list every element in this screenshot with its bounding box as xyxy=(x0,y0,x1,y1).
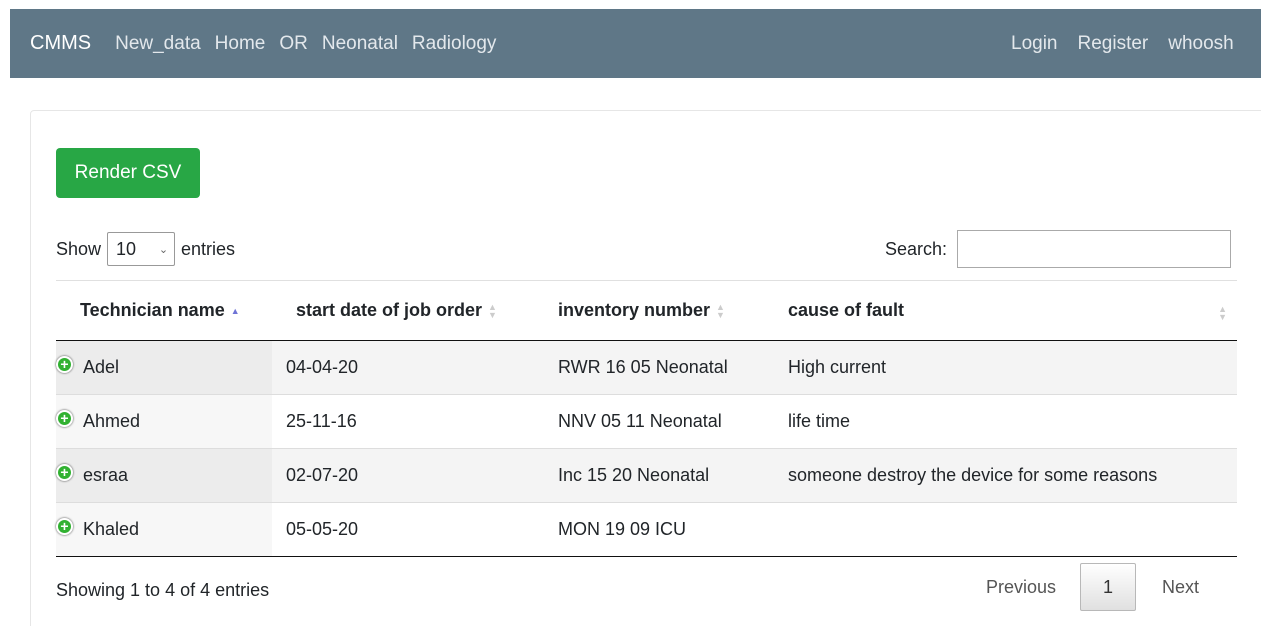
search-label: Search: xyxy=(885,238,948,259)
header-label: inventory number xyxy=(558,300,711,320)
nav-link-register[interactable]: Register xyxy=(1078,33,1149,55)
cell-text: esraa xyxy=(83,465,129,485)
cell-cause-of-fault xyxy=(774,502,1237,557)
cell-start-date: 05-05-20 xyxy=(272,502,544,557)
cell-text: Khaled xyxy=(83,519,140,539)
entries-length-control: Show 10 ⌄ entries xyxy=(56,232,235,266)
cell-technician: + esraa xyxy=(56,448,272,503)
nav-links: New_data Home OR Neonatal Radiology xyxy=(115,33,510,55)
cell-inventory-number: NNV 05 11 Neonatal xyxy=(544,394,774,449)
entries-label: entries xyxy=(181,238,236,259)
nav-right-links: Login Register whoosh xyxy=(1011,9,1254,78)
cell-inventory-number: Inc 15 20 Neonatal xyxy=(544,448,774,503)
cell-technician: + Adel xyxy=(56,340,272,395)
cell-inventory-number: RWR 16 05 Neonatal xyxy=(544,340,774,395)
table-row[interactable]: + Ahmed 25-11-16 NNV 05 11 Neonatal life … xyxy=(56,394,1237,449)
page-1-button[interactable]: 1 xyxy=(1080,563,1137,611)
table-info: Showing 1 to 4 of 4 entries xyxy=(56,580,270,600)
header-label: cause of fault xyxy=(788,300,905,320)
brand-logo[interactable]: CMMS xyxy=(30,32,91,55)
table-row[interactable]: + Adel 04-04-20 RWR 16 05 Neonatal High c… xyxy=(56,340,1237,395)
expand-row-icon[interactable]: + xyxy=(56,517,73,535)
top-navbar: CMMS New_data Home OR Neonatal Radiology… xyxy=(10,9,1261,78)
next-page-button[interactable]: Next xyxy=(1162,577,1199,598)
show-label: Show xyxy=(56,238,102,259)
entries-select[interactable]: 10 ⌄ xyxy=(107,232,176,266)
sort-icon: ▲ ▼ xyxy=(1218,304,1227,322)
sort-icon: ▲ ▼ xyxy=(716,302,725,321)
nav-link-or[interactable]: OR xyxy=(279,33,308,55)
cell-technician: + Khaled xyxy=(56,502,272,557)
nav-link-radiology[interactable]: Radiology xyxy=(412,33,497,55)
render-csv-button[interactable]: Render CSV xyxy=(56,148,200,198)
chevron-down-icon: ⌄ xyxy=(158,243,169,256)
search-input[interactable] xyxy=(957,230,1232,268)
header-label: Technician name xyxy=(80,300,225,320)
nav-link-new-data[interactable]: New_data xyxy=(115,33,201,55)
sort-asc-icon: ▲ xyxy=(230,306,240,317)
nav-link-login[interactable]: Login xyxy=(1011,33,1058,55)
nav-link-user[interactable]: whoosh xyxy=(1168,33,1234,55)
cell-technician: + Ahmed xyxy=(56,394,272,449)
search-control: Search: xyxy=(885,230,1232,268)
cell-start-date: 02-07-20 xyxy=(272,448,544,503)
expand-row-icon[interactable]: + xyxy=(56,409,73,427)
header-technician-name[interactable]: Technician name ▲ xyxy=(56,280,272,341)
cell-start-date: 04-04-20 xyxy=(272,340,544,395)
nav-link-home[interactable]: Home xyxy=(215,33,266,55)
table-row[interactable]: + esraa 02-07-20 Inc 15 20 Neonatal someo… xyxy=(56,448,1237,503)
header-inventory-number[interactable]: inventory number ▲ ▼ xyxy=(544,280,774,341)
cell-cause-of-fault: life time xyxy=(774,394,1237,449)
previous-page-button[interactable]: Previous xyxy=(986,577,1056,598)
cell-text: Ahmed xyxy=(83,411,141,431)
header-start-date[interactable]: start date of job order ▲ ▼ xyxy=(272,280,544,341)
cell-cause-of-fault: High current xyxy=(774,340,1237,395)
expand-row-icon[interactable]: + xyxy=(56,355,73,373)
cell-inventory-number: MON 19 09 ICU xyxy=(544,502,774,557)
cell-text: Adel xyxy=(83,357,120,377)
pagination: Previous 1 Next xyxy=(986,563,1199,611)
header-cause-of-fault[interactable]: cause of fault ▲ ▼ xyxy=(774,280,1237,341)
entries-select-value: 10 xyxy=(116,238,137,259)
expand-row-icon[interactable]: + xyxy=(56,463,73,481)
table-row[interactable]: + Khaled 05-05-20 MON 19 09 ICU xyxy=(56,502,1237,557)
sort-icon: ▲ ▼ xyxy=(488,302,497,321)
header-label: start date of job order xyxy=(296,300,483,320)
cell-cause-of-fault: someone destroy the device for some reas… xyxy=(774,448,1237,503)
cell-start-date: 25-11-16 xyxy=(272,394,544,449)
nav-link-neonatal[interactable]: Neonatal xyxy=(322,33,398,55)
job-orders-table: Technician name ▲ start date of job order… xyxy=(56,280,1237,557)
